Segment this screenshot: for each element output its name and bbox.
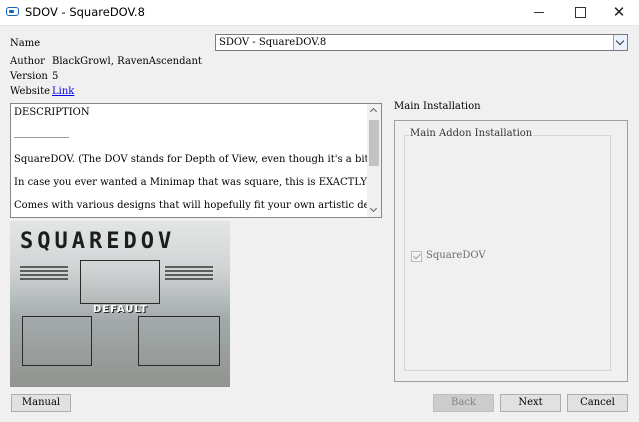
preview-image: SQUAREDOV DEFAULT <box>10 221 230 387</box>
website-link[interactable]: Link <box>52 86 74 97</box>
squaredov-option-label[interactable]: SquareDOV <box>426 250 486 261</box>
description-textbox[interactable]: DESCRIPTION ___________ SquareDOV. (The … <box>10 103 382 218</box>
close-button[interactable]: ✕ <box>599 0 639 25</box>
preview-title: SQUAREDOV <box>20 229 176 254</box>
description-scrollbar[interactable] <box>367 104 381 217</box>
description-line: ___________ <box>14 127 69 138</box>
title-bar: SDOV - SquareDOV.8 ✕ <box>0 0 639 26</box>
preview-decor <box>165 266 213 268</box>
version-label: Version <box>10 71 48 82</box>
preview-label-default: DEFAULT <box>93 304 148 315</box>
maximize-button[interactable] <box>560 0 600 25</box>
dropdown-button[interactable] <box>613 35 627 50</box>
version-value: 5 <box>52 71 59 82</box>
scrollbar-thumb[interactable] <box>369 120 379 166</box>
cancel-button[interactable]: Cancel <box>567 394 628 412</box>
scroll-down-icon <box>369 204 378 213</box>
minimize-icon <box>534 12 544 13</box>
website-label: Website <box>10 86 51 97</box>
description-line: In case you ever wanted a Minimap that w… <box>14 177 382 188</box>
next-button[interactable]: Next <box>500 394 561 412</box>
author-value: BlackGrowl, RavenAscendant <box>52 56 202 67</box>
name-dropdown[interactable]: SDOV - SquareDOV.8 <box>215 34 628 51</box>
preview-shot-default <box>80 260 160 304</box>
description-line: Comes with various designs that will hop… <box>14 200 381 211</box>
minimize-button[interactable] <box>519 0 559 25</box>
window-title: SDOV - SquareDOV.8 <box>25 5 145 19</box>
scroll-down-button[interactable] <box>367 203 381 217</box>
name-label: Name <box>10 38 41 49</box>
preview-shot-left <box>22 316 92 366</box>
preview-shot-right <box>138 316 220 366</box>
description-line: SquareDOV. (The DOV stands for Depth of … <box>14 154 381 165</box>
name-dropdown-value: SDOV - SquareDOV.8 <box>219 37 327 48</box>
checkbox-checked-icon[interactable] <box>411 251 422 262</box>
manual-button[interactable]: Manual <box>11 394 71 412</box>
description-line: DESCRIPTION <box>14 107 90 118</box>
chevron-down-icon <box>615 36 625 46</box>
maximize-icon <box>575 7 586 18</box>
app-icon <box>6 7 19 16</box>
close-icon: ✕ <box>612 3 626 21</box>
preview-decor <box>20 266 68 268</box>
back-button[interactable]: Back <box>433 394 494 412</box>
scroll-up-icon <box>369 107 378 116</box>
main-installation-title: Main Installation <box>394 101 481 112</box>
scroll-up-button[interactable] <box>367 104 381 118</box>
main-addon-title: Main Addon Installation <box>409 128 534 139</box>
author-label: Author <box>10 56 45 67</box>
